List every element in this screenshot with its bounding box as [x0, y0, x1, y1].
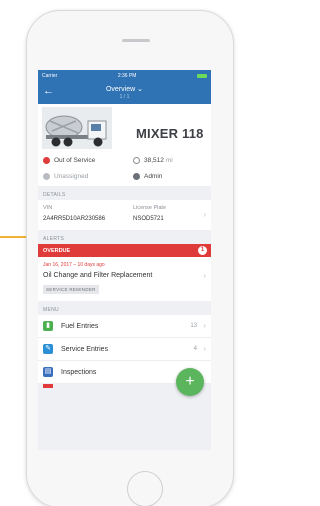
details-card[interactable]: VIN 2A4RR5D10AR230586 License Plate NSOD…: [38, 200, 211, 230]
chevron-right-icon: ›: [203, 271, 206, 280]
clipboard-icon: ▤: [43, 367, 53, 377]
plus-icon: +: [185, 373, 195, 390]
menu-item-fuel-entries[interactable]: ▮ Fuel Entries 13 ›: [38, 315, 211, 338]
details-section-label: DETAILS: [43, 192, 66, 198]
nav-title: Overview ⌄: [105, 86, 143, 93]
navigation-bar: ← Overview ⌄ 1 / 1: [38, 82, 211, 104]
status-row[interactable]: Out of Service: [43, 157, 95, 164]
speaker-grille: [122, 39, 150, 42]
license-plate-value: NSOD5721: [133, 216, 164, 222]
wrench-icon: ✎: [43, 344, 53, 354]
meter-value: 38,512: [144, 157, 164, 164]
overdue-count-badge: 1: [198, 246, 207, 255]
overdue-label: OVERDUE: [43, 248, 71, 254]
alerts-section-label: ALERTS: [43, 236, 65, 242]
next-menu-item-partial: [43, 384, 53, 388]
operator-icon: [43, 173, 50, 180]
reminder-type-tag: SERVICE REMINDER: [43, 285, 99, 294]
mixer-truck-photo: [42, 107, 112, 149]
asset-header: MIXER 118 Out of Service 38,512 mi Unass…: [38, 104, 211, 186]
meter-gauge-icon: [133, 157, 140, 164]
menu-item-label: Service Entries: [61, 345, 109, 353]
vin-value: 2A4RR5D10AR230586: [43, 216, 106, 222]
reminder-name: Oil Change and Filter Replacement: [43, 272, 153, 279]
menu-item-count: 4: [193, 346, 197, 352]
clock: 2:36 PM: [117, 73, 137, 79]
out-of-service-icon: [43, 157, 50, 164]
group-text: Admin: [144, 173, 163, 180]
home-button[interactable]: [127, 471, 163, 506]
group-icon: [133, 173, 140, 180]
meter-row[interactable]: 38,512 mi: [133, 157, 173, 164]
status-text: Out of Service: [54, 157, 96, 164]
assignment-row[interactable]: Unassigned: [43, 173, 88, 180]
chevron-right-icon: ›: [203, 344, 206, 353]
menu-item-service-entries[interactable]: ✎ Service Entries 4 ›: [38, 338, 211, 361]
menu-section-label: MENU: [43, 307, 59, 313]
license-plate-label: License Plate: [133, 205, 167, 211]
nav-title-group[interactable]: Overview ⌄ 1 / 1: [106, 86, 143, 100]
meter-unit: mi: [165, 157, 173, 164]
menu-item-count: 13: [190, 323, 197, 329]
battery-icon: [197, 74, 207, 78]
group-row[interactable]: Admin: [133, 173, 162, 180]
menu-item-label: Inspections: [61, 368, 97, 376]
overdue-banner: OVERDUE 1: [38, 244, 211, 257]
add-button[interactable]: +: [176, 368, 204, 396]
status-bar: Carrier 2:36 PM: [38, 70, 211, 82]
fuel-icon: ▮: [43, 321, 53, 331]
assignment-text: Unassigned: [54, 173, 89, 180]
carrier-label: Carrier: [42, 73, 58, 79]
chevron-right-icon: ›: [203, 210, 206, 219]
chevron-down-icon: ⌄: [137, 86, 143, 93]
due-date-text: Jan 16, 2017 – 10 days ago: [43, 262, 105, 268]
vin-label: VIN: [43, 205, 53, 211]
service-reminder-card[interactable]: Jan 16, 2017 – 10 days ago Oil Change an…: [38, 257, 211, 301]
chevron-right-icon: ›: [203, 321, 206, 330]
arrow-left-icon[interactable]: ←: [43, 85, 54, 97]
asset-name: MIXER 118: [136, 126, 204, 141]
nav-subtitle: 1 / 1: [119, 94, 130, 100]
menu-item-label: Fuel Entries: [61, 322, 99, 330]
